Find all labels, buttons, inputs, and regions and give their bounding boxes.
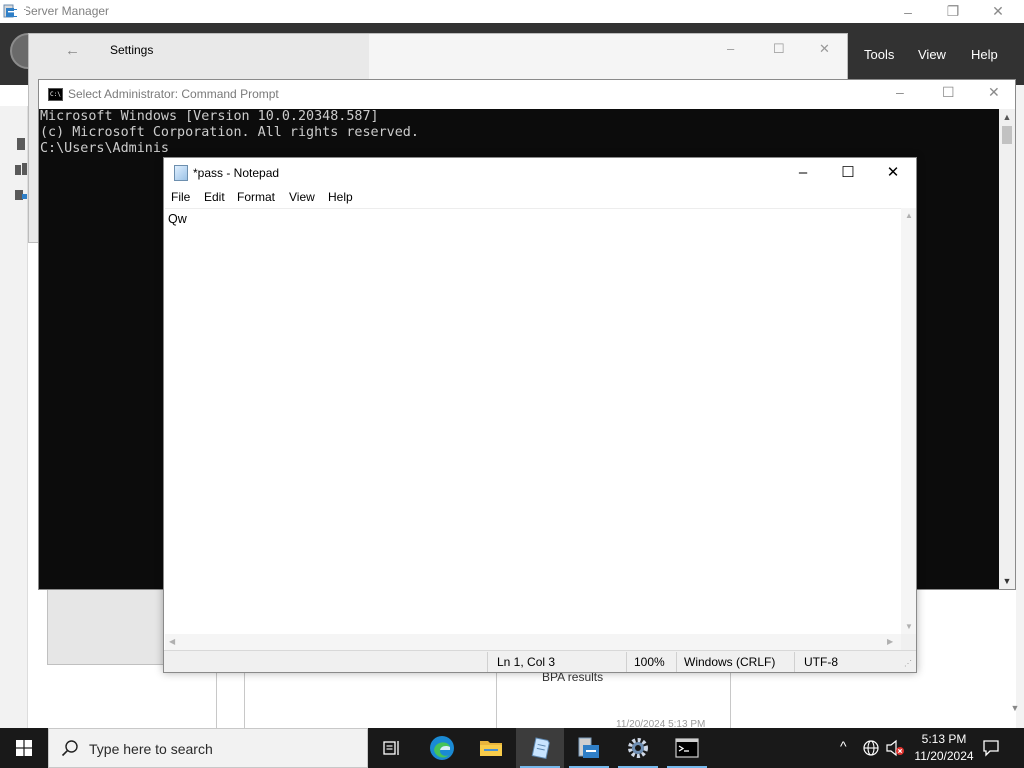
close-button[interactable]: ✕ [870, 162, 916, 184]
network-globe-icon[interactable] [862, 739, 880, 757]
all-servers-icon[interactable] [14, 162, 28, 176]
tray-overflow-chevron-icon[interactable]: ^ [840, 738, 847, 754]
console-prompt-line: C:\Users\Adminis [40, 141, 169, 156]
resize-grip-icon[interactable]: ⋰ [904, 659, 912, 668]
scrollbar-thumb[interactable] [1002, 126, 1012, 144]
status-encoding: UTF-8 [804, 655, 838, 669]
console-scrollbar[interactable]: ▲ ▼ [999, 109, 1015, 589]
taskbar-notepad[interactable] [516, 728, 564, 768]
notepad-window[interactable]: *pass - Notepad – ☐ ✕ File Edit Format V… [163, 157, 917, 673]
status-divider [794, 652, 795, 672]
taskbar-edge[interactable] [418, 728, 466, 768]
notepad-text-area[interactable]: Qw [165, 208, 901, 634]
status-zoom: 100% [634, 655, 665, 669]
taskbar-task-view[interactable] [368, 728, 416, 768]
scroll-down-arrow-icon[interactable]: ▼ [999, 573, 1015, 589]
status-cursor-position: Ln 1, Col 3 [497, 655, 556, 669]
minimize-button[interactable]: – [885, 0, 931, 23]
notification-icon[interactable] [982, 739, 1000, 757]
server-manager-icon [578, 737, 599, 758]
menu-edit[interactable]: Edit [204, 190, 225, 204]
notepad-icon [531, 737, 550, 759]
notepad-menubar: File Edit Format View Help [164, 188, 916, 207]
cmd-icon: C:\ [48, 88, 63, 101]
clock-time[interactable]: 5:13 PM [919, 732, 969, 746]
search-box[interactable]: Type here to search [48, 728, 368, 768]
command-prompt-titlebar[interactable]: C:\ Select Administrator: Command Prompt… [39, 80, 1015, 109]
scroll-left-arrow-icon[interactable]: ◀ [169, 637, 175, 646]
server-manager-title: Server Manager [23, 4, 110, 18]
menu-view[interactable]: View [918, 47, 946, 62]
local-server-icon[interactable] [14, 137, 28, 151]
minimize-button[interactable]: – [896, 84, 904, 100]
status-divider [676, 652, 677, 672]
menu-format[interactable]: Format [237, 190, 275, 204]
vertical-scrollbar[interactable]: ▲ ▼ [901, 208, 916, 634]
scroll-up-arrow-icon[interactable]: ▲ [999, 109, 1015, 125]
edge-icon [430, 736, 454, 760]
server-manager-right-panel [1016, 85, 1024, 728]
volume-muted-icon[interactable] [885, 739, 905, 757]
maximize-button[interactable]: ☐ [773, 41, 785, 57]
scroll-down-arrow-icon[interactable]: ▼ [1008, 688, 1022, 728]
horizontal-scrollbar[interactable]: ◀ ▶ [165, 634, 901, 650]
taskbar: Type here to search ^ 5:13 PM 11/20/2024 [0, 728, 1024, 768]
clock-date[interactable]: 11/20/2024 [905, 749, 983, 763]
menu-help[interactable]: Help [328, 190, 353, 204]
scroll-up-arrow-icon[interactable]: ▲ [905, 211, 913, 220]
minimize-button[interactable]: – [727, 41, 734, 56]
console-line: (c) Microsoft Corporation. All rights re… [40, 125, 419, 140]
search-icon [61, 740, 78, 757]
minimize-button[interactable]: – [780, 162, 826, 184]
scroll-right-arrow-icon[interactable]: ▶ [887, 637, 893, 646]
windows-logo-icon [16, 740, 32, 756]
notepad-title: *pass - Notepad [193, 166, 280, 180]
taskbar-command-prompt[interactable] [663, 728, 711, 768]
close-button[interactable]: ✕ [988, 84, 1000, 101]
notepad-icon [174, 165, 188, 181]
console-line: Microsoft Windows [Version 10.0.20348.58… [40, 109, 379, 124]
restore-button[interactable]: ❐ [930, 0, 976, 23]
back-arrow-icon[interactable]: ← [65, 42, 80, 59]
close-button[interactable]: ✕ [819, 41, 830, 57]
notepad-content[interactable]: Qw [168, 212, 187, 226]
close-button[interactable]: ✕ [975, 0, 1021, 23]
search-placeholder[interactable]: Type here to search [89, 741, 213, 757]
command-prompt-title: Select Administrator: Command Prompt [68, 87, 279, 101]
status-divider [487, 652, 488, 672]
gear-icon [628, 738, 648, 758]
notepad-titlebar[interactable]: *pass - Notepad – ☐ ✕ [164, 158, 916, 188]
taskbar-file-explorer[interactable] [467, 728, 515, 768]
maximize-button[interactable]: ☐ [942, 84, 955, 101]
task-view-icon [383, 741, 399, 755]
notepad-statusbar: Ln 1, Col 3 100% Windows (CRLF) UTF-8 ⋰ [164, 650, 916, 672]
tile-divider [244, 672, 245, 728]
file-storage-icon[interactable] [14, 188, 28, 202]
start-button[interactable] [0, 728, 48, 768]
status-divider [626, 652, 627, 672]
taskbar-server-manager[interactable] [565, 728, 613, 768]
menu-tools[interactable]: Tools [864, 47, 894, 62]
status-line-ending: Windows (CRLF) [684, 655, 776, 669]
settings-title: Settings [110, 43, 154, 57]
tile-panel [216, 672, 246, 728]
scroll-down-arrow-icon[interactable]: ▼ [905, 622, 913, 631]
folder-icon [480, 741, 502, 756]
cmd-icon [675, 738, 699, 758]
server-manager-titlebar: Server Manager – ❐ ✕ [0, 0, 1024, 23]
settings-lower-panel [47, 588, 165, 665]
maximize-button[interactable]: ☐ [825, 162, 871, 184]
dashboard-icon [14, 3, 26, 16]
taskbar-settings[interactable] [614, 728, 662, 768]
menu-help[interactable]: Help [971, 47, 998, 62]
menu-file[interactable]: File [171, 190, 190, 204]
scrollbar-corner [901, 634, 916, 650]
menu-view[interactable]: View [289, 190, 315, 204]
